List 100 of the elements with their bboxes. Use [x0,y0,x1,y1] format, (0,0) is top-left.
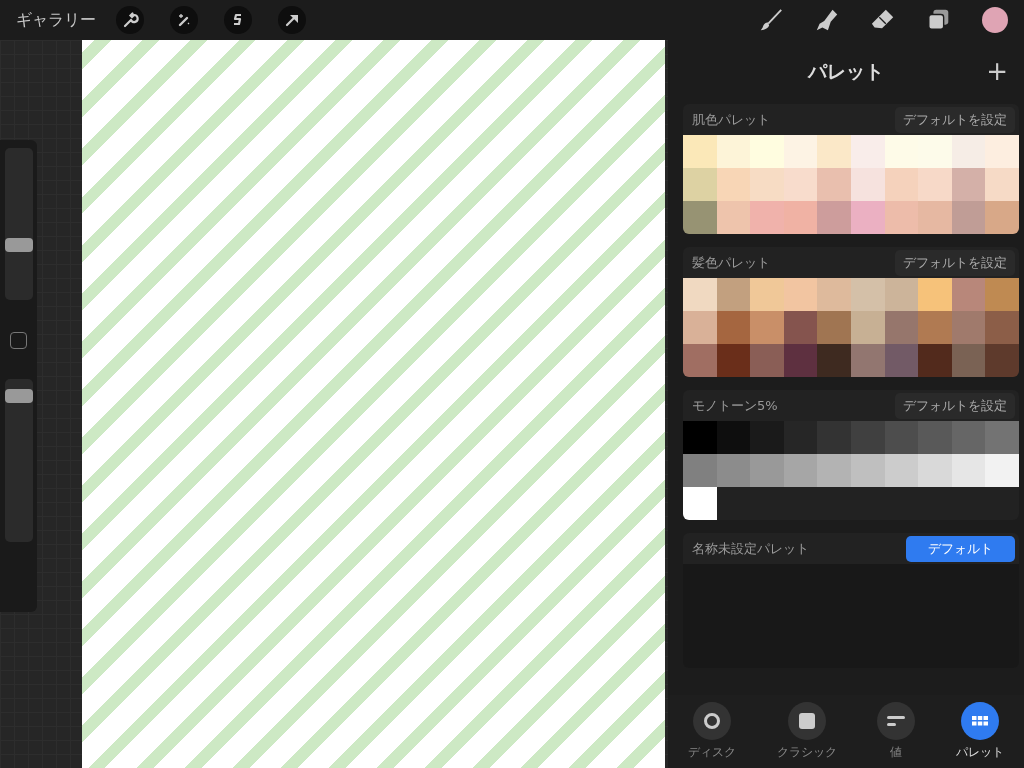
current-color-button[interactable] [982,7,1008,33]
color-swatch[interactable] [951,454,986,487]
color-swatch[interactable] [817,135,851,168]
color-swatch[interactable] [817,344,851,377]
color-swatch[interactable] [918,135,952,168]
color-swatch[interactable] [951,201,986,234]
color-swatch[interactable] [918,311,952,344]
color-swatch[interactable] [884,421,919,454]
set-default-button[interactable]: デフォルトを設定 [895,249,1015,276]
color-swatch[interactable] [783,201,818,234]
color-swatch[interactable] [817,201,851,234]
color-swatch[interactable] [750,201,784,234]
color-swatch[interactable] [716,278,751,311]
color-swatch[interactable] [951,278,986,311]
color-swatch[interactable] [683,168,717,201]
color-swatch[interactable] [918,454,952,487]
add-button[interactable]: + [986,58,1008,84]
color-swatch[interactable] [918,168,952,201]
color-swatch[interactable] [683,454,717,487]
color-swatch[interactable] [750,344,784,377]
color-swatch[interactable] [716,168,751,201]
color-swatch[interactable] [783,278,818,311]
color-swatch[interactable] [851,135,885,168]
color-swatch[interactable] [817,311,851,344]
gallery-button[interactable]: ギャラリー [16,9,96,31]
color-swatch[interactable] [783,344,818,377]
brush-icon[interactable] [758,7,784,33]
brush-size-slider[interactable] [4,148,33,300]
color-swatch[interactable] [884,168,919,201]
smudge-icon[interactable] [814,7,840,33]
color-swatch[interactable] [683,487,717,520]
palette-name: 髪色パレット [692,253,770,272]
magic-wand-icon[interactable] [170,6,198,34]
color-swatch[interactable] [985,421,1019,454]
color-swatch[interactable] [985,311,1019,344]
color-swatch[interactable] [851,344,885,377]
color-swatch[interactable] [851,168,885,201]
color-swatch[interactable] [683,344,717,377]
color-swatch[interactable] [683,311,717,344]
set-default-button[interactable]: デフォルト [906,535,1015,562]
color-swatch[interactable] [884,311,919,344]
set-default-button[interactable]: デフォルトを設定 [895,106,1015,133]
color-swatch[interactable] [851,311,885,344]
color-swatch[interactable] [985,278,1019,311]
color-swatch[interactable] [985,201,1019,234]
color-swatch[interactable] [985,168,1019,201]
color-swatch[interactable] [750,421,784,454]
color-swatch[interactable] [783,421,818,454]
color-swatch[interactable] [750,168,784,201]
color-swatch[interactable] [716,311,751,344]
color-swatch[interactable] [985,135,1019,168]
mode-tab[interactable]: クラシック [776,702,837,761]
color-swatch[interactable] [985,344,1019,377]
modify-button[interactable] [10,332,27,349]
color-swatch[interactable] [817,421,851,454]
set-default-button[interactable]: デフォルトを設定 [895,392,1015,419]
color-swatch[interactable] [951,168,986,201]
color-swatch[interactable] [750,135,784,168]
wrench-icon[interactable] [116,6,144,34]
color-swatch[interactable] [985,454,1019,487]
color-swatch[interactable] [918,278,952,311]
color-swatch[interactable] [884,344,919,377]
color-swatch[interactable] [851,454,885,487]
color-swatch[interactable] [884,201,919,234]
color-swatch[interactable] [750,311,784,344]
color-swatch[interactable] [918,201,952,234]
color-swatch[interactable] [716,454,751,487]
color-swatch[interactable] [951,344,986,377]
color-swatch[interactable] [750,454,784,487]
color-swatch[interactable] [884,135,919,168]
color-swatch[interactable] [716,344,751,377]
color-swatch[interactable] [951,135,986,168]
color-swatch[interactable] [951,311,986,344]
color-swatch[interactable] [817,168,851,201]
color-swatch[interactable] [918,344,952,377]
color-swatch[interactable] [683,135,717,168]
opacity-slider[interactable] [4,379,33,542]
color-swatch[interactable] [817,454,851,487]
color-swatch[interactable] [851,278,885,311]
color-swatch[interactable] [884,278,919,311]
color-swatch[interactable] [817,278,851,311]
color-swatch[interactable] [750,278,784,311]
color-swatch[interactable] [884,454,919,487]
slider-thumb[interactable] [4,237,33,252]
color-swatch[interactable] [783,168,818,201]
color-swatch[interactable] [783,135,818,168]
color-swatch[interactable] [783,454,818,487]
color-swatch[interactable] [683,201,717,234]
color-swatch[interactable] [716,201,751,234]
color-swatch[interactable] [918,421,952,454]
color-swatch[interactable] [683,278,717,311]
color-swatch[interactable] [783,311,818,344]
color-swatch[interactable] [716,421,751,454]
slider-thumb[interactable] [4,389,33,404]
color-swatch[interactable] [851,421,885,454]
color-swatch[interactable] [951,421,986,454]
selection-icon[interactable] [224,6,252,34]
color-swatch[interactable] [683,421,717,454]
color-swatch[interactable] [716,135,751,168]
color-swatch[interactable] [851,201,885,234]
